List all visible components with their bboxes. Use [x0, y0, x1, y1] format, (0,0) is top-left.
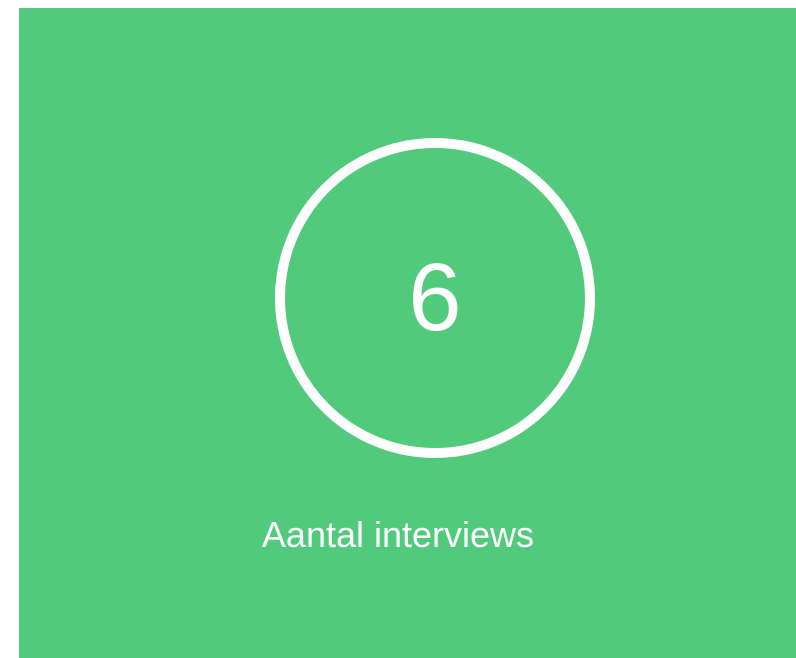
stat-card: 6 Aantal interviews: [19, 8, 796, 658]
stat-ring: 6: [275, 138, 595, 458]
stat-value: 6: [408, 244, 462, 351]
stat-label: Aantal interviews: [261, 514, 535, 555]
